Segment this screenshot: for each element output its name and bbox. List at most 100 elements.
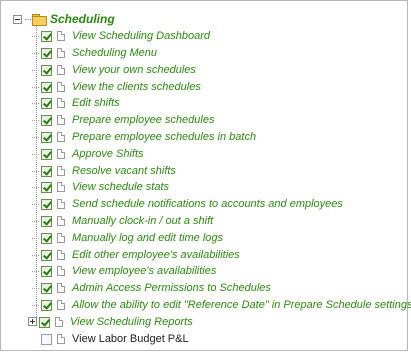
- checkbox[interactable]: [41, 47, 52, 59]
- tree-connector: [32, 270, 39, 272]
- tree-connector: [32, 287, 39, 289]
- tree-item-label: View Scheduling Dashboard: [72, 30, 210, 42]
- tree-item-label: View employee's availabilities: [72, 265, 217, 277]
- checkbox[interactable]: [41, 181, 52, 193]
- tree-item[interactable]: Scheduling Menu: [32, 45, 157, 61]
- tree-item[interactable]: View schedule stats: [32, 179, 169, 195]
- checkbox[interactable]: [41, 148, 52, 160]
- checkbox[interactable]: [41, 30, 52, 42]
- tree-connector: [32, 102, 39, 104]
- tree-connector: [32, 136, 39, 138]
- document-icon: [57, 31, 65, 41]
- tree-item[interactable]: Allow the ability to edit "Reference Dat…: [32, 297, 411, 313]
- tree-connector: [32, 170, 39, 172]
- tree-connector: [32, 153, 39, 155]
- tree-item[interactable]: Approve Shifts: [32, 146, 144, 162]
- tree-item-label: Prepare employee schedules: [72, 114, 215, 126]
- checkbox[interactable]: [41, 299, 52, 311]
- checkbox[interactable]: [41, 131, 52, 143]
- document-icon: [57, 132, 65, 142]
- tree-item-label: Allow the ability to edit "Reference Dat…: [72, 299, 411, 311]
- tree-item-label: Resolve vacant shifts: [72, 165, 176, 177]
- tree-item[interactable]: Prepare employee schedules: [32, 112, 214, 128]
- document-icon: [57, 65, 65, 75]
- document-icon: [57, 334, 65, 344]
- checkbox[interactable]: [41, 249, 52, 261]
- document-icon: [57, 266, 65, 276]
- tree-item[interactable]: View Scheduling Dashboard: [32, 28, 210, 44]
- tree-item-label: Approve Shifts: [72, 148, 144, 160]
- tree-item-label: Scheduling Menu: [72, 47, 158, 59]
- expand-icon[interactable]: [28, 317, 37, 326]
- collapse-icon[interactable]: [13, 14, 22, 24]
- tree-item[interactable]: View employee's availabilities: [32, 263, 216, 279]
- tree-connector: [32, 35, 39, 37]
- tree-item[interactable]: Prepare employee schedules in batch: [32, 129, 256, 145]
- tree-item-label: View Labor Budget P&L: [72, 333, 189, 345]
- tree-item[interactable]: Manually clock-in / out a shift: [32, 213, 213, 229]
- tree-item[interactable]: Send schedule notifications to accounts …: [32, 196, 343, 212]
- tree-item[interactable]: Admin Access Permissions to Schedules: [32, 280, 271, 296]
- checkbox[interactable]: [41, 81, 52, 93]
- tree-connector: [32, 203, 39, 205]
- checkbox[interactable]: [41, 114, 52, 126]
- tree-item-expandable[interactable]: View Scheduling Reports: [39, 314, 193, 330]
- document-icon: [57, 283, 65, 293]
- checkbox[interactable]: [41, 333, 52, 345]
- folder-icon: [32, 13, 47, 26]
- checkbox[interactable]: [41, 97, 52, 109]
- tree-root-scheduling[interactable]: Scheduling: [13, 10, 115, 28]
- tree-item[interactable]: View Labor Budget P&L: [32, 331, 189, 347]
- tree-item-label: View your own schedules: [72, 64, 196, 76]
- checkbox[interactable]: [41, 64, 52, 76]
- document-icon: [57, 115, 65, 125]
- document-icon: [55, 317, 63, 327]
- tree-connector: [32, 254, 39, 256]
- checkbox[interactable]: [41, 198, 52, 210]
- tree-item-label: View Scheduling Reports: [70, 316, 193, 328]
- tree-connector: [32, 86, 39, 88]
- document-icon: [57, 166, 65, 176]
- tree-connector: [32, 339, 39, 340]
- tree-connector: [32, 119, 39, 121]
- document-icon: [57, 233, 65, 243]
- tree-item[interactable]: Edit shifts: [32, 95, 120, 111]
- tree-connector: [25, 18, 31, 20]
- document-icon: [57, 48, 65, 58]
- document-icon: [57, 300, 65, 310]
- checkbox[interactable]: [41, 215, 52, 227]
- tree-item[interactable]: Edit other employee's availabilities: [32, 247, 240, 263]
- document-icon: [57, 199, 65, 209]
- checkbox[interactable]: [41, 265, 52, 277]
- tree-item-label: View the clients schedules: [72, 81, 201, 93]
- tree-item[interactable]: Manually log and edit time logs: [32, 230, 223, 246]
- tree-item-label: Prepare employee schedules in batch: [72, 131, 257, 143]
- tree-connector: [32, 304, 39, 306]
- tree-connector: [32, 220, 39, 222]
- document-icon: [57, 82, 65, 92]
- tree-item-label: Manually log and edit time logs: [72, 232, 224, 244]
- permissions-tree-panel: Scheduling View Scheduling Dashboard Sch…: [0, 0, 411, 351]
- tree-item[interactable]: View the clients schedules: [32, 79, 201, 95]
- tree-item[interactable]: View your own schedules: [32, 62, 196, 78]
- checkbox[interactable]: [39, 316, 50, 328]
- checkbox[interactable]: [41, 165, 52, 177]
- document-icon: [57, 149, 65, 159]
- document-icon: [57, 250, 65, 260]
- tree-item-label: Send schedule notifications to accounts …: [72, 198, 343, 210]
- tree-item[interactable]: Resolve vacant shifts: [32, 163, 176, 179]
- tree-root-label: Scheduling: [50, 12, 115, 26]
- tree-item-label: Admin Access Permissions to Schedules: [72, 282, 271, 294]
- document-icon: [57, 182, 65, 192]
- tree-connector: [32, 52, 39, 54]
- checkbox[interactable]: [41, 282, 52, 294]
- tree-item-label: Edit other employee's availabilities: [72, 249, 240, 261]
- tree-item-label: Edit shifts: [72, 97, 120, 109]
- document-icon: [57, 98, 65, 108]
- tree-item-label: View schedule stats: [72, 181, 170, 193]
- tree-connector: [32, 237, 39, 239]
- tree-connector: [32, 186, 39, 188]
- checkbox[interactable]: [41, 232, 52, 244]
- tree-item-label: Manually clock-in / out a shift: [72, 215, 214, 227]
- document-icon: [57, 216, 65, 226]
